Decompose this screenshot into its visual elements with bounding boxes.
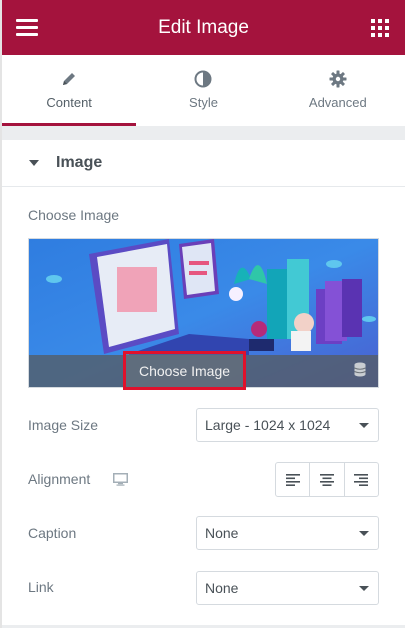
alignment-label: Alignment bbox=[28, 471, 91, 487]
link-label: Link bbox=[28, 579, 54, 595]
alignment-control bbox=[275, 462, 379, 497]
tab-style-label: Style bbox=[189, 95, 218, 110]
link-select[interactable]: None bbox=[196, 571, 379, 605]
tab-advanced-label: Advanced bbox=[308, 95, 367, 110]
responsive-desktop-icon[interactable] bbox=[113, 473, 128, 486]
panel-tabs: Content Style Advanced bbox=[2, 55, 405, 126]
section-image-toggle[interactable]: Image bbox=[2, 140, 405, 187]
panel-header: Edit Image bbox=[2, 0, 405, 55]
image-size-label: Image Size bbox=[28, 417, 99, 433]
image-size-select[interactable]: Large - 1024 x 1024 bbox=[196, 408, 379, 442]
tabs-divider bbox=[2, 126, 405, 140]
align-center-icon bbox=[319, 473, 334, 486]
chevron-down-icon bbox=[359, 531, 369, 536]
image-size-value: Large - 1024 x 1024 bbox=[205, 417, 331, 433]
align-right-button[interactable] bbox=[345, 463, 378, 496]
gear-icon bbox=[329, 70, 347, 88]
choose-image-button[interactable]: Choose Image bbox=[123, 351, 246, 390]
choose-image-label: Choose Image bbox=[28, 207, 120, 223]
align-left-icon bbox=[285, 473, 300, 486]
align-left-button[interactable] bbox=[276, 463, 311, 496]
align-right-icon bbox=[354, 473, 369, 486]
media-library-icon[interactable] bbox=[354, 362, 366, 377]
link-value: None bbox=[205, 580, 239, 596]
tab-style[interactable]: Style bbox=[136, 55, 271, 126]
tab-content[interactable]: Content bbox=[2, 55, 137, 126]
caret-down-icon bbox=[29, 160, 39, 166]
caption-select[interactable]: None bbox=[196, 516, 379, 550]
align-center-button[interactable] bbox=[310, 463, 345, 496]
tab-advanced[interactable]: Advanced bbox=[270, 55, 405, 126]
tab-content-label: Content bbox=[46, 95, 92, 110]
half-circle-icon bbox=[194, 70, 212, 88]
panel-title: Edit Image bbox=[158, 16, 249, 38]
pencil-icon bbox=[63, 73, 76, 85]
chevron-down-icon bbox=[359, 423, 369, 428]
widgets-grid-icon[interactable] bbox=[371, 19, 389, 37]
section-title: Image bbox=[56, 154, 103, 171]
menu-icon[interactable] bbox=[16, 19, 38, 36]
chevron-down-icon bbox=[359, 586, 369, 591]
caption-label: Caption bbox=[28, 525, 77, 541]
elementor-panel: Edit Image Content Style Advanced Image … bbox=[0, 0, 405, 628]
caption-value: None bbox=[205, 525, 239, 541]
